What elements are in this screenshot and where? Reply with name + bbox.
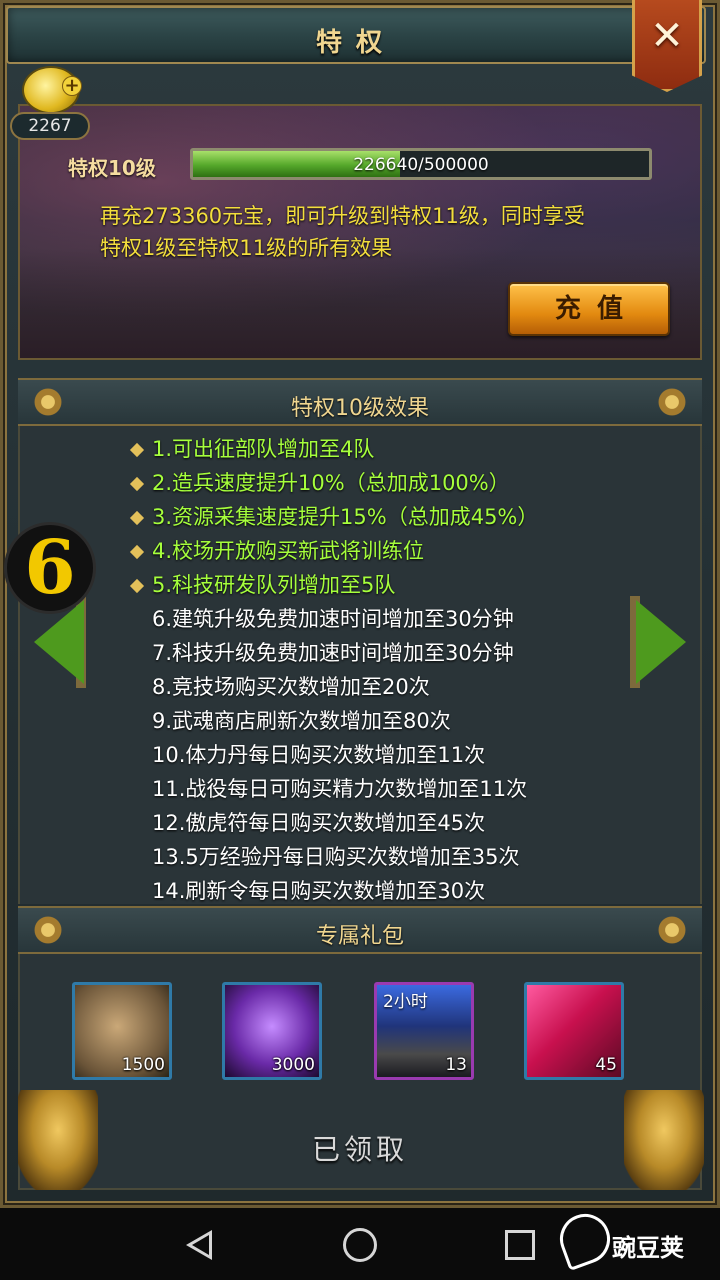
effect-item: 1.可出征部队增加至4队: [152, 437, 375, 461]
title-bar: 特权: [6, 6, 706, 64]
vip-progress-text: 226640/500000: [353, 155, 489, 175]
gift-section-title: 专属礼包: [315, 924, 404, 949]
gift-count: 45: [595, 1055, 617, 1075]
description-line-1: 再充273360元宝，即可升级到特权11级，同时享受: [100, 204, 585, 228]
gold-ingot-widget[interactable]: + 2267: [8, 66, 90, 146]
gift-count: 1500: [121, 1055, 165, 1075]
vip-progress-bar: 226640/500000: [190, 148, 652, 180]
effect-item: 3.资源采集速度提升15%（总加成45%）: [152, 505, 539, 529]
watermark-text: 豌豆荚: [612, 1234, 684, 1262]
effect-item: 10.体力丹每日购买次数增加至11次: [152, 743, 486, 767]
recent-apps-icon[interactable]: [505, 1230, 535, 1260]
gift-section-header: 专属礼包: [18, 906, 702, 954]
effect-item: 14.刷新令每日购买次数增加至30次: [152, 879, 486, 903]
android-nav-bar: 豌豆荚: [0, 1206, 720, 1280]
effect-item: 8.竞技场购买次数增加至20次: [152, 675, 430, 699]
effect-item: 12.傲虎符每日购买次数增加至45次: [152, 811, 486, 835]
next-level-arrow-icon[interactable]: [636, 600, 686, 684]
watermark-logo-icon: [552, 1206, 618, 1272]
close-icon: ✕: [650, 13, 684, 59]
floating-assistant-button[interactable]: 6: [4, 522, 96, 614]
gold-count: 2267: [10, 112, 90, 140]
effect-item: 11.战役每日可购买精力次数增加至11次: [152, 777, 528, 801]
add-gold-icon[interactable]: +: [62, 76, 82, 96]
gift-item-coin-bag[interactable]: 1500: [72, 982, 172, 1080]
close-button[interactable]: ✕: [632, 0, 702, 92]
page-title: 特权: [315, 28, 396, 58]
recharge-button[interactable]: 充值: [508, 282, 670, 336]
effect-item: 6.建筑升级免费加速时间增加至30分钟: [152, 607, 514, 631]
effects-section-header: 特权10级效果: [18, 378, 702, 426]
vip-upgrade-description: 再充273360元宝，即可升级到特权11级，同时享受 特权1级至特权11级的所有…: [100, 200, 680, 264]
vip-level-label: 特权10级: [68, 156, 156, 180]
gift-item-beast-orb[interactable]: 3000: [222, 982, 322, 1080]
gift-item-speedup[interactable]: 2小时 13: [374, 982, 474, 1080]
gift-duration-tag: 2小时: [383, 992, 428, 1012]
floating-badge-icon: 6: [24, 525, 76, 611]
effect-item: 2.造兵速度提升10%（总加成100%）: [152, 471, 510, 495]
effect-item: 4.校场开放购买新武将训练位: [152, 539, 425, 563]
claimed-status: 已领取: [311, 1133, 408, 1166]
gift-item-token[interactable]: 45: [524, 982, 624, 1080]
effect-item: 5.科技研发队列增加至5队: [152, 573, 396, 597]
description-line-2: 特权1级至特权11级的所有效果: [100, 236, 393, 260]
back-icon[interactable]: [186, 1230, 212, 1260]
gift-count: 13: [445, 1055, 467, 1075]
gift-count: 3000: [271, 1055, 315, 1075]
effect-item: 9.武魂商店刷新次数增加至80次: [152, 709, 451, 733]
home-icon[interactable]: [343, 1228, 377, 1262]
effect-item: 7.科技升级免费加速时间增加至30分钟: [152, 641, 514, 665]
effect-item: 13.5万经验丹每日购买次数增加至35次: [152, 845, 520, 869]
effects-section-title: 特权10级效果: [291, 396, 429, 421]
